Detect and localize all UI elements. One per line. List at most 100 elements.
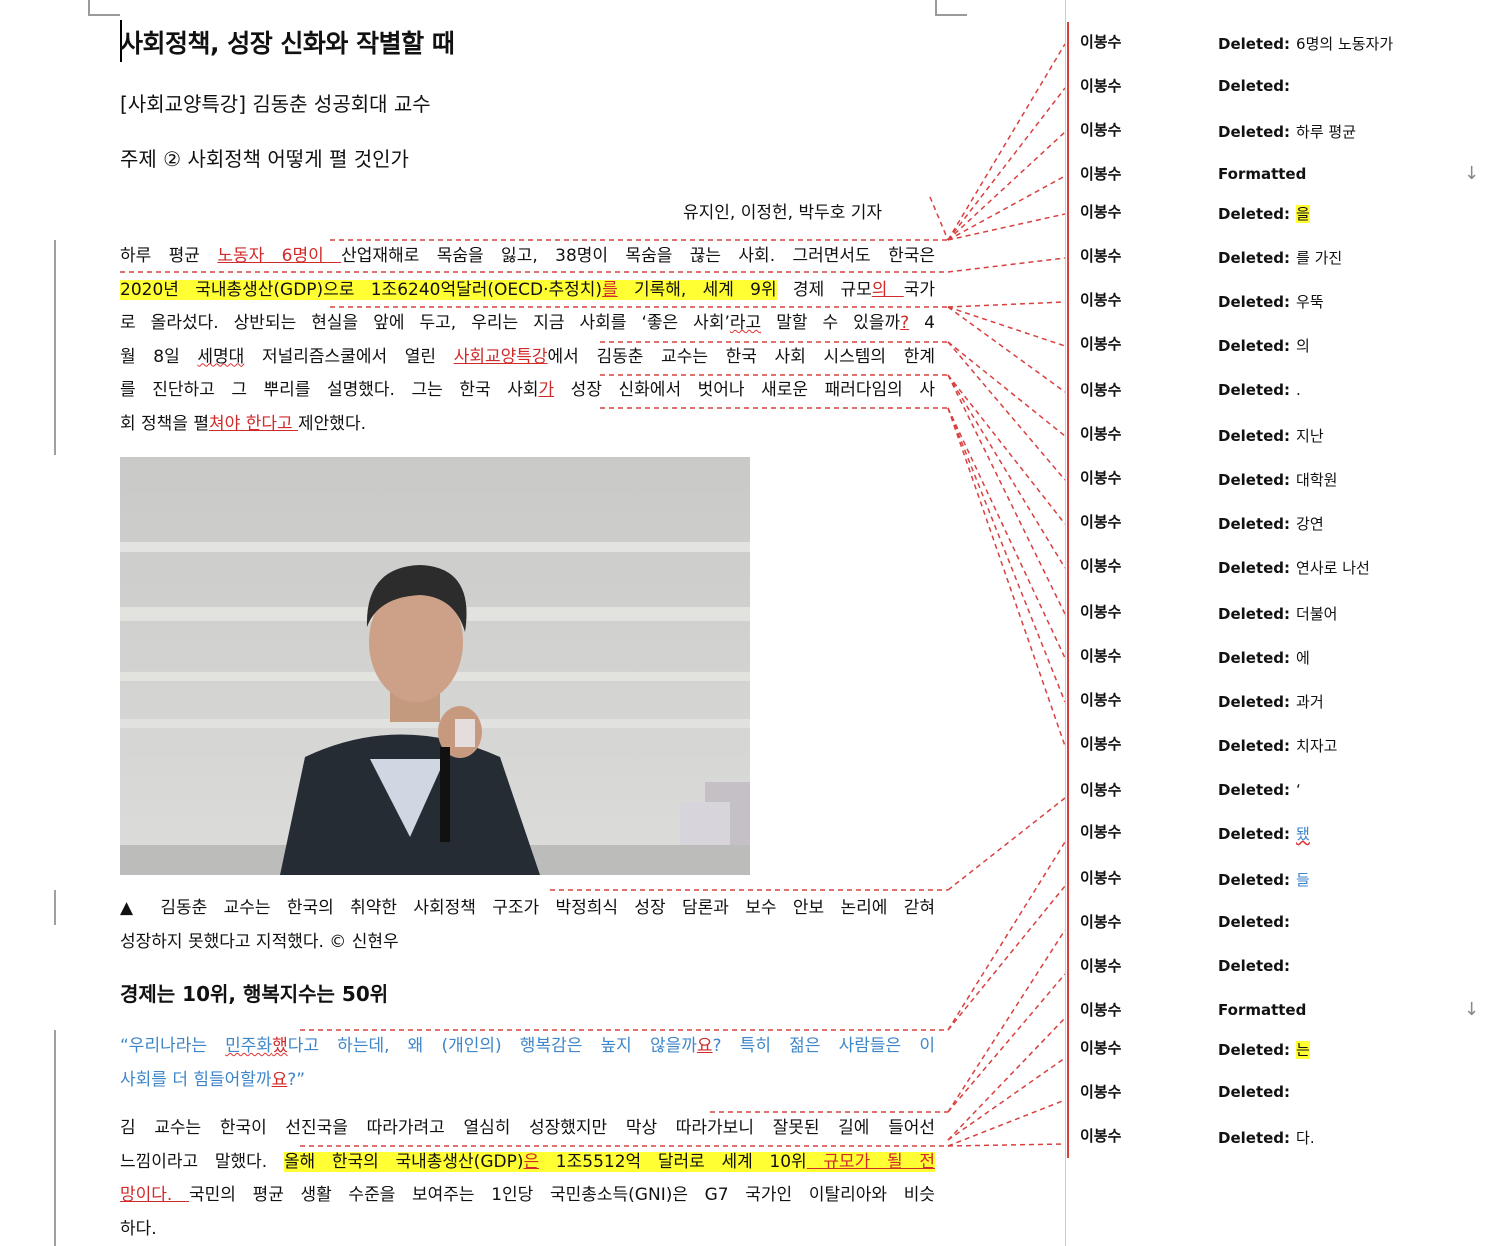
balloon-change-type: Deleted: 연사로 나선 — [1218, 557, 1370, 578]
revision-balloon[interactable]: 이봉수 Formatted ↓ — [1080, 999, 1480, 1029]
change-type-label: Deleted: — [1218, 515, 1291, 533]
balloon-author: 이봉수 — [1080, 165, 1122, 183]
leader-line — [947, 131, 1066, 241]
balloon-author: 이봉수 — [1080, 335, 1122, 353]
leader-line — [947, 797, 1066, 891]
balloon-author: 이봉수 — [1080, 77, 1122, 95]
revision-balloon[interactable]: 이봉수 Deleted: 를 가진 — [1080, 245, 1480, 275]
balloon-author: 이봉수 — [1080, 513, 1122, 531]
change-type-label: Deleted: — [1218, 77, 1291, 95]
revision-balloon[interactable]: 이봉수 Deleted: — [1080, 1081, 1480, 1111]
balloon-author: 이봉수 — [1080, 33, 1122, 51]
revision-balloon[interactable]: 이봉수 Deleted: 들 — [1080, 867, 1480, 897]
balloon-author: 이봉수 — [1080, 823, 1122, 841]
revision-balloon[interactable]: 이봉수 Deleted: 됐 — [1080, 821, 1480, 851]
deleted-text: 강연 — [1296, 515, 1324, 533]
deleted-text: 치자고 — [1296, 737, 1338, 755]
revision-balloon[interactable]: 이봉수 Deleted: 을 — [1080, 201, 1480, 231]
balloon-change-type: Deleted: 됐 — [1218, 823, 1310, 844]
revision-balloon[interactable]: 이봉수 Deleted: 의 — [1080, 333, 1480, 363]
revision-balloon[interactable]: 이봉수 Deleted:. — [1080, 379, 1480, 409]
balloon-change-type: Deleted:. — [1218, 381, 1301, 399]
change-type-label: Deleted: — [1218, 1041, 1291, 1059]
deleted-text: . — [1296, 381, 1301, 399]
deleted-text: 지난 — [1296, 427, 1324, 445]
revision-balloon[interactable]: 이봉수 Deleted: 과거 — [1080, 689, 1480, 719]
revision-balloon[interactable]: 이봉수 Deleted: 6명의 노동자가 — [1080, 31, 1480, 61]
revision-balloon[interactable]: 이봉수 Deleted: — [1080, 955, 1480, 985]
deleted-text: 의 — [1296, 337, 1310, 355]
leader-line — [947, 1057, 1066, 1141]
deleted-text: 과거 — [1296, 693, 1324, 711]
change-type-label: Deleted: — [1218, 871, 1291, 889]
revision-balloon[interactable]: 이봉수 Deleted: 하루 평균 — [1080, 119, 1480, 149]
change-type-label: Deleted: — [1218, 427, 1291, 445]
balloon-author: 이봉수 — [1080, 247, 1122, 265]
revision-balloon[interactable]: 이봉수 Deleted: 에 — [1080, 645, 1480, 675]
change-type-label: Formatted — [1218, 165, 1307, 183]
balloon-author: 이봉수 — [1080, 647, 1122, 665]
revision-balloon[interactable]: 이봉수 Deleted: 더불어 — [1080, 601, 1480, 631]
balloon-author: 이봉수 — [1080, 913, 1122, 931]
balloon-change-type: Deleted: 에 — [1218, 647, 1310, 668]
revision-balloon[interactable]: 이봉수 Deleted: 치자고 — [1080, 733, 1480, 763]
leader-line — [947, 973, 1066, 1113]
balloon-change-type: Deleted: 대학원 — [1218, 469, 1337, 490]
change-type-label: Deleted: — [1218, 781, 1291, 799]
change-type-label: Deleted: — [1218, 337, 1291, 355]
deleted-text: 대학원 — [1296, 471, 1338, 489]
deleted-text: 다. — [1296, 1129, 1315, 1147]
revision-balloon[interactable]: 이봉수 Deleted: 지난 — [1080, 423, 1480, 453]
balloon-author: 이봉수 — [1080, 603, 1122, 621]
revision-balloon[interactable]: 이봉수 Deleted: 우뚝 — [1080, 289, 1480, 319]
leader-line — [947, 301, 1066, 308]
revision-balloon[interactable]: 이봉수 Deleted: 는 — [1080, 1037, 1480, 1067]
change-type-label: Deleted: — [1218, 293, 1291, 311]
change-type-label: Deleted: — [1218, 559, 1291, 577]
change-type-label: Deleted: — [1218, 649, 1291, 667]
leader-line — [947, 1143, 1066, 1147]
deleted-text: 는 — [1296, 1041, 1310, 1059]
deleted-text: 됐 — [1296, 825, 1310, 843]
balloon-change-type: Deleted: 강연 — [1218, 513, 1324, 534]
change-type-label: Deleted: — [1218, 825, 1291, 843]
leader-line — [947, 306, 1066, 393]
change-type-label: Deleted: — [1218, 737, 1291, 755]
balloon-author: 이봉수 — [1080, 381, 1122, 399]
leader-line — [947, 841, 1066, 1031]
arrow-down-icon[interactable]: ↓ — [1464, 163, 1479, 184]
change-type-label: Deleted: — [1218, 957, 1291, 975]
revision-balloon[interactable]: 이봉수 Deleted: 다. — [1080, 1125, 1480, 1155]
balloon-change-type: Formatted — [1218, 165, 1312, 183]
arrow-down-icon[interactable]: ↓ — [1464, 999, 1479, 1020]
change-type-label: Deleted: — [1218, 1083, 1291, 1101]
revision-balloon[interactable]: 이봉수 Formatted ↓ — [1080, 163, 1480, 193]
balloon-change-type: Deleted: 하루 평균 — [1218, 121, 1356, 142]
balloon-author: 이봉수 — [1080, 469, 1122, 487]
leader-line — [947, 257, 1066, 273]
change-type-label: Formatted — [1218, 1001, 1307, 1019]
balloon-change-type: Deleted: 치자고 — [1218, 735, 1337, 756]
balloon-author: 이봉수 — [1080, 735, 1122, 753]
leader-line — [947, 407, 1066, 703]
balloon-change-type: Deleted: 의 — [1218, 335, 1310, 356]
balloon-change-type: Deleted: 을 — [1218, 203, 1310, 224]
revision-balloon[interactable]: 이봉수 Deleted: 강연 — [1080, 511, 1480, 541]
deleted-text: 우뚝 — [1296, 293, 1324, 311]
change-type-label: Deleted: — [1218, 381, 1291, 399]
leader-line — [947, 175, 1066, 241]
balloon-change-type: Deleted: ‘ — [1218, 781, 1301, 799]
revision-balloon[interactable]: 이봉수 Deleted: 대학원 — [1080, 467, 1480, 497]
revision-balloon[interactable]: 이봉수 Deleted: — [1080, 911, 1480, 941]
balloon-author: 이봉수 — [1080, 957, 1122, 975]
change-type-label: Deleted: — [1218, 605, 1291, 623]
revision-balloon[interactable]: 이봉수 Deleted: ‘ — [1080, 779, 1480, 809]
leader-line — [947, 1017, 1066, 1141]
balloon-author: 이봉수 — [1080, 1039, 1122, 1057]
revision-balloon[interactable]: 이봉수 Deleted: 연사로 나선 — [1080, 555, 1480, 585]
leader-line — [947, 1099, 1066, 1147]
balloon-author: 이봉수 — [1080, 1083, 1122, 1101]
revision-balloon[interactable]: 이봉수 Deleted: — [1080, 75, 1480, 105]
balloon-author: 이봉수 — [1080, 291, 1122, 309]
change-type-label: Deleted: — [1218, 249, 1291, 267]
